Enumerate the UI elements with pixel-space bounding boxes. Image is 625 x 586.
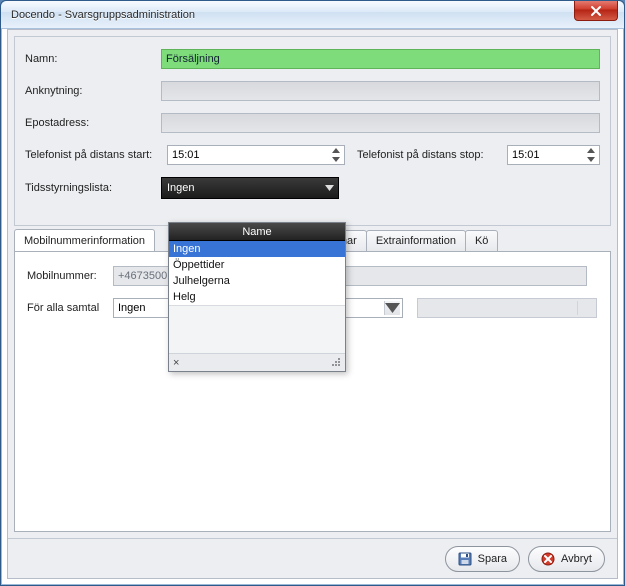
dropdown-header: Name	[169, 223, 345, 241]
dropdown-item[interactable]: Helg	[169, 289, 345, 305]
chevron-up-icon	[587, 148, 595, 153]
schedule-label: Tidsstyrningslista:	[25, 182, 161, 194]
mobil-label: Mobilnummer:	[27, 270, 109, 282]
dropdown-item-label: Helg	[173, 291, 196, 303]
tele-stop-label: Telefonist på distans stop:	[351, 149, 501, 161]
dropdown-item-label: Ingen	[173, 243, 201, 255]
tab-label: Kö	[475, 235, 488, 247]
alla-value: Ingen	[118, 302, 146, 314]
name-field[interactable]: Försäljning	[161, 49, 600, 69]
spin-down-button[interactable]	[583, 155, 599, 164]
extension-label: Anknytning:	[25, 85, 161, 97]
dropdown-list: Ingen Öppettider Julhelgerna Helg	[169, 241, 345, 306]
cancel-label: Avbryt	[561, 553, 592, 565]
tab-label: Mobilnummerinformation	[24, 235, 145, 247]
dropdown-footer: ×	[169, 353, 345, 371]
close-button[interactable]	[574, 1, 618, 21]
tab-label: Extrainformation	[376, 235, 456, 247]
window-title: Docendo - Svarsgruppsadministration	[11, 9, 195, 21]
chevron-down-icon	[385, 303, 400, 313]
tele-stop-spinner[interactable]: 15:01	[507, 145, 600, 165]
save-button[interactable]: Spara	[445, 546, 520, 572]
footer-bar: Spara Avbryt	[8, 538, 617, 578]
cancel-button[interactable]: Avbryt	[528, 546, 605, 572]
schedule-value: Ingen	[167, 182, 195, 194]
secondary-combo-disabled	[417, 298, 597, 318]
dropdown-item-label: Öppettider	[173, 259, 224, 271]
schedule-combo[interactable]: Ingen	[161, 177, 339, 199]
dropdown-close-button[interactable]: ×	[173, 357, 179, 369]
close-glyph: ×	[173, 357, 179, 369]
email-label: Epostadress:	[25, 117, 161, 129]
chevron-up-icon	[332, 148, 340, 153]
schedule-dropdown-popup: Name Ingen Öppettider Julhelgerna Helg ×	[168, 222, 346, 372]
alla-label: För alla samtal	[27, 302, 109, 314]
spin-up-button[interactable]	[328, 146, 344, 155]
resize-grip-icon[interactable]	[329, 355, 341, 370]
window-root: Docendo - Svarsgruppsadministration Namn…	[0, 0, 625, 586]
mobil-value: +4673500	[118, 270, 167, 282]
save-icon	[458, 552, 472, 566]
tele-start-spinner[interactable]: 15:01	[167, 145, 345, 165]
extension-field[interactable]	[161, 81, 600, 101]
tele-stop-value: 15:01	[512, 149, 540, 161]
dropdown-item[interactable]: Julhelgerna	[169, 273, 345, 289]
name-value: Försäljning	[166, 53, 220, 65]
spin-down-button[interactable]	[328, 155, 344, 164]
dropdown-item-label: Julhelgerna	[173, 275, 230, 287]
tab-ko[interactable]: Kö	[465, 230, 498, 251]
save-label: Spara	[478, 553, 507, 565]
titlebar[interactable]: Docendo - Svarsgruppsadministration	[1, 1, 624, 29]
spin-up-button[interactable]	[583, 146, 599, 155]
tele-start-label: Telefonist på distans start:	[25, 149, 161, 161]
chevron-down-icon	[332, 157, 340, 162]
dropdown-item[interactable]: Öppettider	[169, 257, 345, 273]
combo-caret[interactable]	[384, 301, 400, 315]
dropdown-item[interactable]: Ingen	[169, 241, 345, 257]
combo-caret	[325, 182, 334, 194]
tabs-container: Mobilnummerinformation dlemmar Extrainfo…	[14, 230, 611, 532]
tab-mobilnummerinformation[interactable]: Mobilnummerinformation	[14, 229, 155, 251]
email-field[interactable]	[161, 113, 600, 133]
chevron-down-icon	[587, 157, 595, 162]
client-area: Namn: Försäljning Anknytning: Epostadres…	[7, 29, 618, 579]
tab-extrainformation[interactable]: Extrainformation	[366, 230, 466, 251]
cancel-icon	[541, 552, 555, 566]
form-group: Namn: Försäljning Anknytning: Epostadres…	[14, 36, 611, 226]
tele-start-value: 15:01	[172, 149, 200, 161]
close-icon	[590, 5, 602, 17]
name-label: Namn:	[25, 53, 161, 65]
